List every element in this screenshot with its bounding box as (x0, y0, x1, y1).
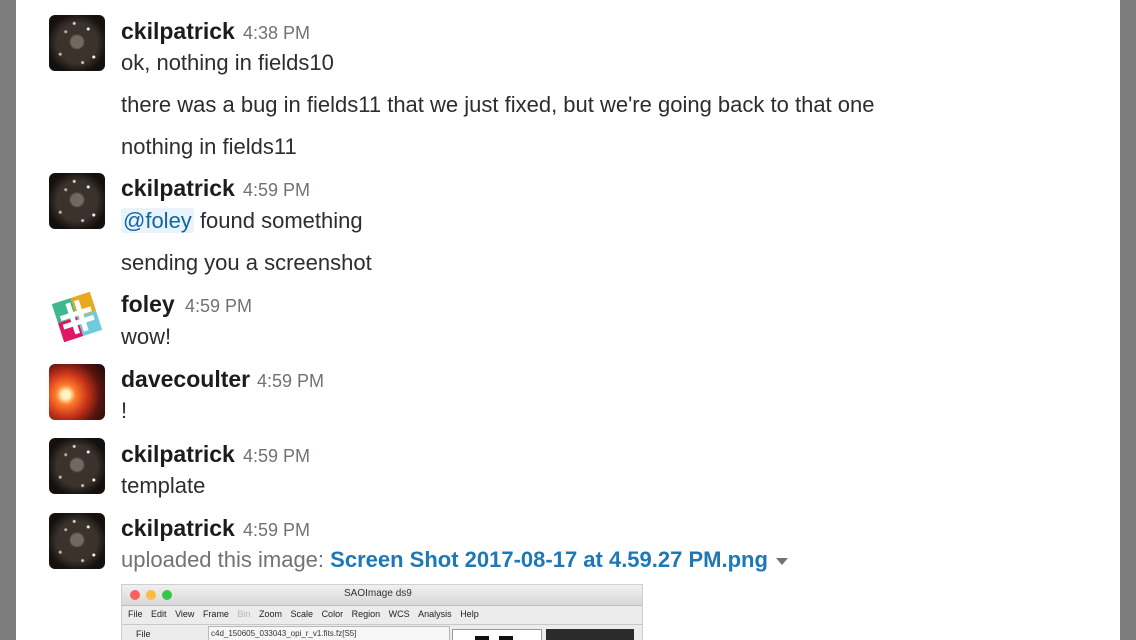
ds9-menu-item: View (175, 609, 195, 619)
ds9-menu-item: WCS (388, 609, 410, 619)
ds9-menu-item: Region (351, 609, 381, 619)
ds9-menu-item: Zoom (259, 609, 283, 619)
ds9-menu-item: File (128, 609, 143, 619)
image-preview[interactable]: SAOImage ds9 File Edit View Frame Bin Zo… (121, 584, 643, 640)
sender-name[interactable]: ckilpatrick (121, 441, 235, 468)
sunset-avatar[interactable] (49, 364, 105, 420)
message-timestamp[interactable]: 4:59 PM (243, 180, 310, 201)
message-timestamp[interactable]: 4:59 PM (243, 520, 310, 541)
ds9-menu-item: Color (321, 609, 344, 619)
ds9-file-value: c4d_150605_033043_opi_r_v1.fits.fz[S5] (208, 626, 450, 640)
user-avatar[interactable] (49, 15, 105, 71)
ds9-panner-panel (546, 629, 634, 640)
user-avatar[interactable] (49, 173, 105, 229)
user-mention[interactable]: @foley (121, 208, 194, 233)
user-avatar[interactable] (49, 438, 105, 494)
close-icon (130, 590, 140, 600)
slack-logo-icon (51, 291, 103, 343)
message-text: template (121, 473, 206, 498)
sender-name[interactable]: foley (121, 291, 175, 318)
message-timestamp[interactable]: 4:59 PM (243, 446, 310, 467)
ds9-menu-item: Edit (151, 609, 167, 619)
message-text: sending you a screenshot (121, 250, 372, 275)
minimize-icon (146, 590, 156, 600)
message-timestamp[interactable]: 4:59 PM (257, 371, 324, 392)
ds9-window-title: SAOImage ds9 (344, 588, 412, 599)
message-text: there was a bug in fields11 that we just… (121, 92, 875, 117)
message-text: nothing in fields11 (121, 134, 297, 159)
ds9-menu-item: Help (460, 609, 479, 619)
ds9-menu-item: Scale (290, 609, 314, 619)
ds9-menu-item: Analysis (418, 609, 452, 619)
message-text: ok, nothing in fields10 (121, 50, 334, 75)
message-text-fragment: found something (199, 208, 363, 233)
message-text: @foley found something (121, 208, 363, 234)
ds9-magnifier-panel (452, 629, 542, 640)
message-timestamp[interactable]: 4:59 PM (185, 296, 252, 317)
ds9-menubar: File Edit View Frame Bin Zoom Scale Colo… (122, 606, 642, 625)
upload-line: uploaded this image: Screen Shot 2017-08… (121, 547, 788, 573)
caret-down-icon[interactable] (775, 557, 788, 565)
message-timestamp[interactable]: 4:38 PM (243, 23, 310, 44)
sender-name[interactable]: davecoulter (121, 366, 250, 393)
sender-name[interactable]: ckilpatrick (121, 18, 235, 45)
sender-name[interactable]: ckilpatrick (121, 515, 235, 542)
upload-prefix: uploaded this image: (121, 547, 325, 572)
message-text: ! (121, 398, 128, 423)
ds9-menu-item: Bin (237, 609, 251, 619)
message-text: wow! (121, 324, 172, 349)
slack-logo-avatar[interactable] (49, 289, 105, 345)
maximize-icon (162, 590, 172, 600)
ds9-file-label: File (136, 629, 151, 639)
user-avatar[interactable] (49, 513, 105, 569)
sender-name[interactable]: ckilpatrick (121, 175, 235, 202)
file-link[interactable]: Screen Shot 2017-08-17 at 4.59.27 PM.png (330, 547, 768, 572)
ds9-menu-item: Frame (202, 609, 229, 619)
ds9-titlebar: SAOImage ds9 (122, 585, 642, 606)
chat-message-pane: ckilpatrick 4:38 PM ok, nothing in field… (16, 0, 1120, 640)
